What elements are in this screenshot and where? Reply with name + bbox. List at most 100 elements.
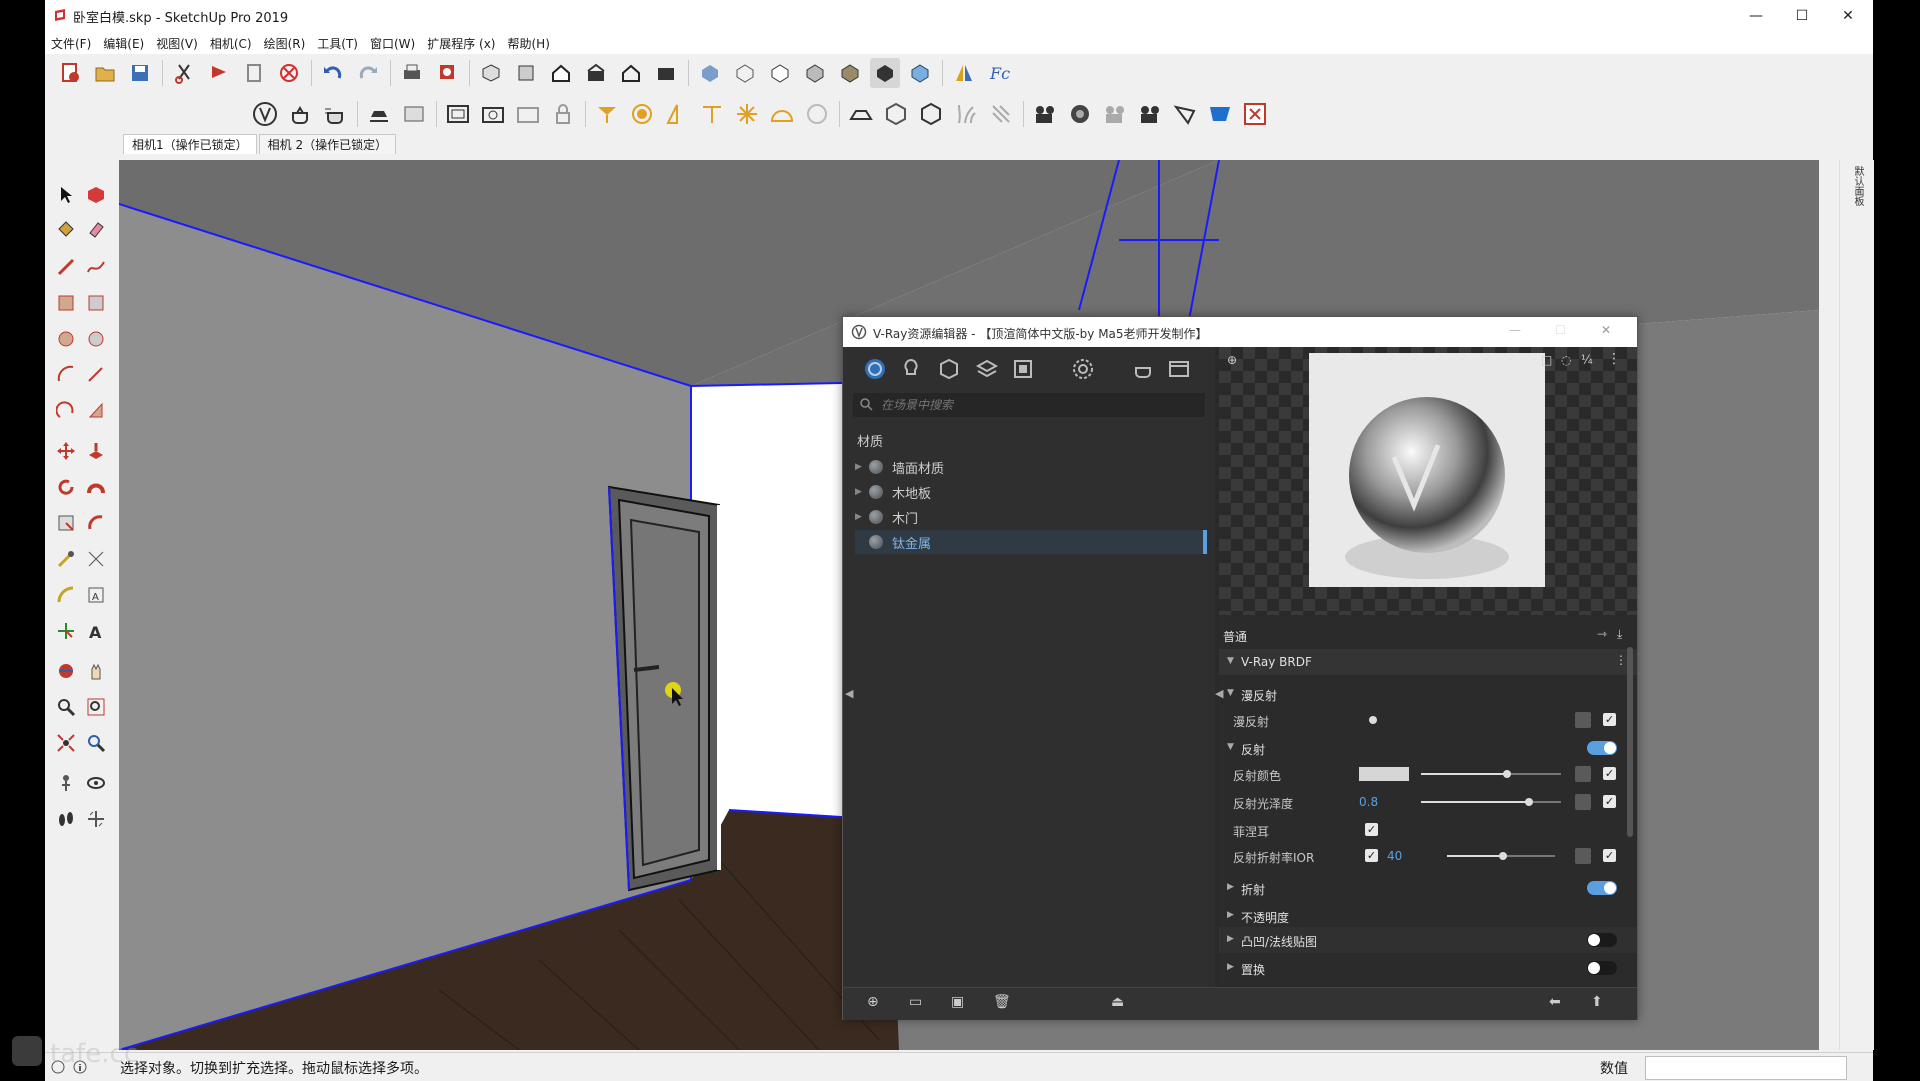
shaded-texture-icon[interactable] — [835, 58, 865, 88]
materials-category-icon[interactable] — [861, 355, 889, 383]
material-item[interactable]: ▶ 墙面材质 — [855, 455, 1205, 479]
displacement-section[interactable]: ▶ 置换 — [1219, 955, 1637, 981]
paint-bucket-icon[interactable] — [51, 214, 81, 244]
expand-arrow-icon[interactable]: ▶ — [855, 487, 869, 497]
batch-render-icon[interactable] — [399, 99, 429, 129]
window-icon[interactable] — [443, 99, 473, 129]
diffuse-slider[interactable] — [1369, 716, 1377, 724]
mirror-icon[interactable] — [949, 58, 979, 88]
menu-edit[interactable]: 编辑(E) — [103, 35, 144, 52]
line-icon[interactable] — [51, 252, 81, 282]
clipper-icon[interactable] — [986, 99, 1016, 129]
reflection-glossiness-map-button[interactable] — [1575, 794, 1591, 810]
maximize-button[interactable]: ☐ — [1779, 0, 1825, 32]
menu-file[interactable]: 文件(F) — [51, 35, 91, 52]
fresnel-checkbox[interactable]: ✓ — [1365, 823, 1378, 836]
left-view-icon[interactable] — [651, 58, 681, 88]
diffuse-map-button[interactable] — [1575, 712, 1591, 728]
interactive-teapot-icon[interactable] — [320, 99, 350, 129]
fresnel-ior-value[interactable]: 40 — [1387, 849, 1402, 863]
lights-category-icon[interactable] — [897, 355, 925, 383]
close-vray-icon[interactable] — [1240, 99, 1270, 129]
vray-maximize-button[interactable]: ☐ — [1555, 323, 1566, 337]
default-tray-strip[interactable]: 默认面板 — [1839, 160, 1874, 1050]
push-pull-icon[interactable] — [81, 436, 111, 466]
expand-arrow-icon[interactable]: ▶ — [855, 462, 869, 472]
displacement-toggle[interactable] — [1587, 961, 1617, 975]
open-folder-icon[interactable] — [90, 58, 120, 88]
close-button[interactable]: ✕ — [1825, 0, 1871, 32]
preview-pin-icon[interactable]: ⊕ — [1227, 353, 1237, 367]
menu-tools[interactable]: 工具(T) — [317, 35, 358, 52]
hidden-line-icon[interactable] — [765, 58, 795, 88]
undo-icon[interactable] — [318, 58, 348, 88]
pan-icon[interactable] — [81, 656, 111, 686]
redo-icon[interactable] — [353, 58, 383, 88]
reflection-color-slider[interactable] — [1421, 770, 1561, 778]
reflection-glossiness-checkbox[interactable]: ✓ — [1603, 795, 1616, 808]
camera-icon[interactable] — [478, 99, 508, 129]
export-icon[interactable] — [1170, 99, 1200, 129]
dimension-icon[interactable] — [81, 544, 111, 574]
tab-camera-2[interactable]: 相机 2（操作已锁定） — [258, 134, 397, 154]
geometry-category-icon[interactable] — [935, 355, 963, 383]
brdf-section[interactable]: ▼ V-Ray BRDF ⋮ — [1219, 649, 1637, 675]
arc-icon[interactable] — [51, 360, 81, 390]
reflection-toggle[interactable] — [1587, 741, 1617, 755]
rotated-rectangle-icon[interactable] — [81, 288, 111, 318]
animation-render-icon[interactable] — [1135, 99, 1165, 129]
mesh-light-icon[interactable] — [802, 99, 832, 129]
reflection-section[interactable]: ▼ 反射 — [1219, 735, 1637, 761]
polygon-icon[interactable] — [81, 324, 111, 354]
menu-extensions[interactable]: 扩展程序 (x) — [427, 35, 495, 52]
walk-icon[interactable] — [51, 804, 81, 834]
delete-icon[interactable]: 🗑 — [993, 994, 1011, 1010]
section-plane-icon[interactable] — [81, 804, 111, 834]
save-icon[interactable] — [125, 58, 155, 88]
reflection-color-map-button[interactable] — [1575, 766, 1591, 782]
save-material-icon[interactable]: ⤓ — [1617, 627, 1622, 642]
menu-camera[interactable]: 相机(C) — [210, 35, 252, 52]
3d-text-icon[interactable]: A — [81, 616, 111, 646]
protractor-icon[interactable] — [51, 580, 81, 610]
sphere-light-icon[interactable] — [627, 99, 657, 129]
zoom-window-icon[interactable] — [81, 692, 111, 722]
move-icon[interactable] — [51, 436, 81, 466]
top-view-icon[interactable] — [511, 58, 541, 88]
back-view-icon[interactable] — [616, 58, 646, 88]
tape-measure-icon[interactable] — [51, 544, 81, 574]
xray-icon[interactable] — [695, 58, 725, 88]
refraction-toggle[interactable] — [1587, 881, 1617, 895]
ies-light-icon[interactable] — [697, 99, 727, 129]
two-point-arc-icon[interactable] — [81, 360, 111, 390]
back-arrow-icon[interactable]: ⬅ — [1549, 994, 1561, 1010]
lock-camera-icon[interactable] — [548, 99, 578, 129]
section-icon[interactable] — [905, 58, 935, 88]
reflection-glossiness-value[interactable]: 0.8 — [1359, 795, 1378, 809]
menu-view[interactable]: 视图(V) — [156, 35, 198, 52]
reflection-glossiness-slider[interactable] — [1421, 798, 1561, 806]
zoom-icon[interactable] — [51, 692, 81, 722]
material-item-selected[interactable]: 钛金属 — [855, 530, 1205, 554]
vray-vision-icon[interactable] — [1205, 99, 1235, 129]
freehand-icon[interactable] — [81, 252, 111, 282]
fur-icon[interactable] — [916, 99, 946, 129]
model-info-icon[interactable] — [432, 58, 462, 88]
minimize-button[interactable]: — — [1733, 0, 1779, 32]
follow-me-icon[interactable] — [81, 472, 111, 502]
material-item[interactable]: ▶ 木门 — [855, 505, 1205, 529]
spot-light-icon[interactable] — [662, 99, 692, 129]
extension-icon[interactable]: Fc — [984, 58, 1014, 88]
preview-checker-icon[interactable]: □ — [1541, 353, 1552, 367]
collapse-right-arrow-icon[interactable]: ◀ — [1215, 687, 1223, 700]
right-view-icon[interactable] — [581, 58, 611, 88]
make-component-icon[interactable] — [81, 180, 111, 210]
expand-arrow-icon[interactable]: ▶ — [855, 512, 869, 522]
pin-arrow-icon[interactable]: ⇾ — [1597, 627, 1607, 641]
menu-help[interactable]: 帮助(H) — [507, 35, 549, 52]
eraser-icon[interactable] — [81, 214, 111, 244]
proxy-icon[interactable] — [881, 99, 911, 129]
scale-icon[interactable] — [51, 508, 81, 538]
orbit-icon[interactable] — [51, 656, 81, 686]
open-file-icon[interactable]: ▭ — [909, 994, 922, 1010]
